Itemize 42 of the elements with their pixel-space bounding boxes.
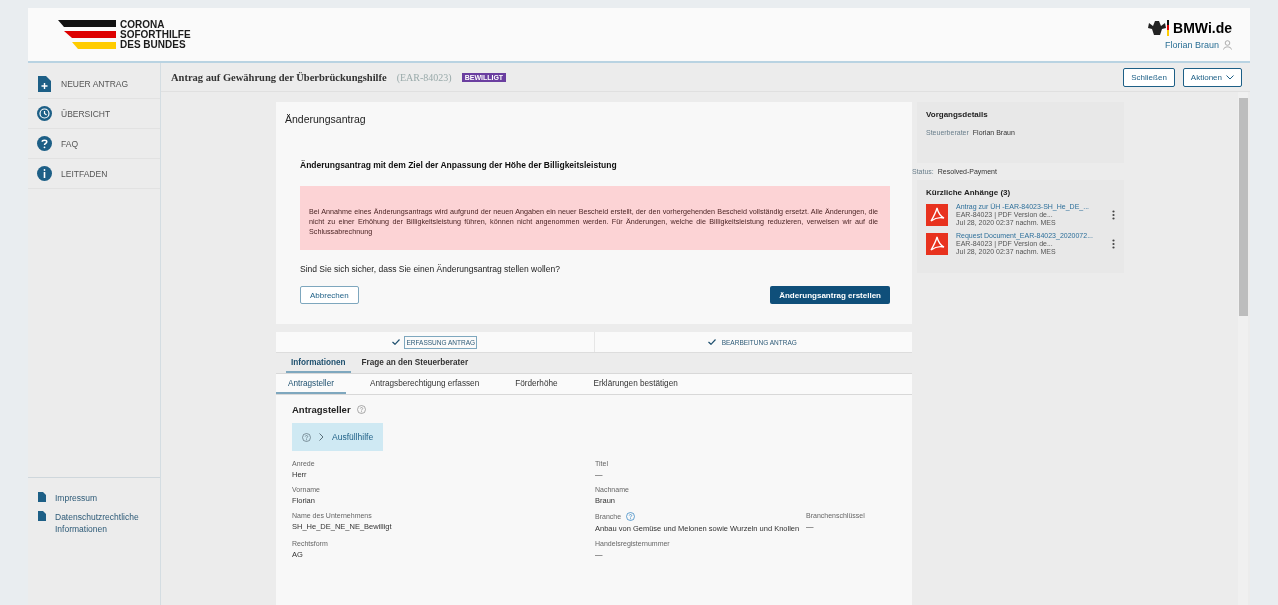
panel-title: Vorgangsdetails <box>926 110 989 119</box>
chevron-down-icon <box>1226 74 1234 80</box>
flag-stripes-logo <box>58 19 118 50</box>
actions-button[interactable]: Aktionen <box>1182 67 1242 87</box>
tab[interactable]: Frage an den Steuerberater <box>356 353 474 373</box>
case-id: (EAR-84023) <box>396 71 452 83</box>
footer-link[interactable]: Impressum <box>55 492 145 504</box>
user-name-link[interactable]: Florian Braun <box>1164 39 1219 50</box>
sidebar-item[interactable]: NEUER ANTRAG <box>28 69 160 99</box>
help-icon[interactable] <box>302 432 311 442</box>
scrollbar[interactable] <box>1238 92 1248 605</box>
pdf-file-icon <box>926 232 948 255</box>
sidebar-item[interactable]: ÜBERSICHT <box>28 99 160 129</box>
confirm-question: Sind Sie sich sicher, dass Sie einen Änderungsantrag stellen wollen? <box>300 264 561 274</box>
section-title: Antragsteller <box>292 404 351 415</box>
cancel-button[interactable]: Abbrechen <box>300 286 359 304</box>
user-icon[interactable] <box>1223 39 1232 50</box>
panel-title: Kürzliche Anhänge (3) <box>926 188 1012 197</box>
dialog-heading: Änderungsantrag mit dem Ziel der Anpassung der Höhe der Billigkeitsleistung <box>300 160 618 170</box>
help-icon[interactable] <box>356 405 366 414</box>
logo-text: CORONA SOFORTHILFE DES BUNDES <box>120 19 191 50</box>
sidebar-item[interactable]: FAQ <box>28 129 160 159</box>
footer-link[interactable]: Datenschutzrechtliche Informationen <box>55 511 145 535</box>
help-icon[interactable] <box>626 512 636 521</box>
more-options-icon[interactable] <box>1112 238 1115 249</box>
more-options-icon[interactable] <box>1112 209 1115 220</box>
tab[interactable]: Erklärungen bestätigen <box>581 374 690 394</box>
tab[interactable]: Antragsberechtigung erfassen <box>357 374 492 394</box>
tab[interactable]: Förderhöhe <box>503 374 570 394</box>
sidebar-item[interactable]: LEITFADEN <box>28 159 160 189</box>
create-request-button[interactable]: Änderungsantrag erstellen <box>770 286 890 304</box>
clock-history-icon <box>37 106 52 121</box>
close-button[interactable]: Schließen <box>1123 67 1175 87</box>
document-plus-icon <box>38 75 51 92</box>
fill-help-toggle[interactable]: Ausfüllhilfe <box>292 423 384 451</box>
pdf-file-icon <box>926 203 948 226</box>
dialog-title: Änderungsantrag <box>285 113 367 125</box>
info-circle-icon <box>37 166 52 181</box>
case-title: Antrag auf Gewährung der Überbrückungshilfe <box>171 71 387 83</box>
question-circle-icon <box>37 136 52 151</box>
ministry-logo-text[interactable]: BMWi.de <box>1173 19 1232 36</box>
chevron-right-icon <box>319 433 324 441</box>
